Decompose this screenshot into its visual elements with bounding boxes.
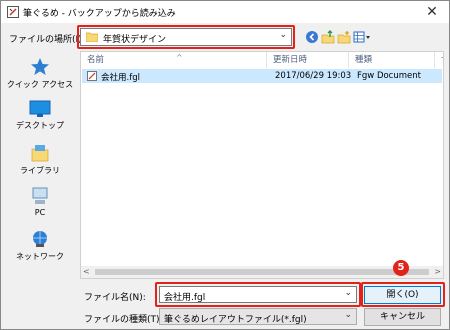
up-folder-icon[interactable]	[321, 30, 335, 44]
nav-label: デスクトップ	[16, 121, 64, 130]
column-header-modified[interactable]: 更新日時	[267, 52, 349, 68]
app-icon	[7, 6, 19, 18]
view-menu-icon[interactable]	[353, 30, 371, 44]
open-highlight-frame	[361, 282, 445, 307]
scroll-thumb[interactable]	[95, 269, 429, 275]
column-header-label: 名前	[87, 55, 105, 65]
nav-label: PC	[34, 208, 46, 217]
nav-item-network[interactable]: ネットワーク	[5, 229, 75, 269]
star-icon	[31, 58, 49, 75]
column-header-label: 種類	[355, 55, 373, 65]
nav-item-pc[interactable]: PC	[5, 186, 75, 226]
filename-label: ファイル名(N):	[84, 293, 146, 303]
network-icon	[33, 231, 47, 247]
desktop-icon	[29, 100, 51, 117]
filename-highlight-frame	[155, 282, 361, 307]
location-label: ファイルの場所(I):	[9, 35, 85, 45]
column-header-type[interactable]: 種類	[349, 52, 435, 68]
nav-item-quick-access[interactable]: クイック アクセス	[5, 57, 75, 97]
title-bar: 筆ぐるめ - バックアップから読み込み ✕	[1, 1, 449, 23]
window-title: 筆ぐるめ - バックアップから読み込み	[23, 9, 176, 19]
column-header-name[interactable]: 名前 ^	[81, 52, 267, 68]
file-name-cell: 会社用.fgl	[101, 73, 140, 83]
fgl-file-icon	[87, 71, 97, 81]
open-file-dialog: 筆ぐるめ - バックアップから読み込み ✕ ファイルの場所(I): 年賀状デザイ…	[0, 0, 450, 330]
chevron-down-icon[interactable]: ⌄	[344, 310, 352, 320]
filetype-dropdown[interactable]: 筆ぐるめレイアウトファイル(*.fgl) ⌄	[159, 308, 357, 325]
cancel-button[interactable]: キャンセル	[364, 308, 441, 326]
close-button[interactable]: ✕	[423, 3, 441, 21]
computer-icon	[32, 187, 48, 204]
column-header-label: 更新日時	[273, 55, 308, 65]
nav-item-library[interactable]: ライブラリ	[5, 143, 75, 183]
nav-label: ライブラリ	[20, 166, 60, 175]
nav-label: クイック アクセス	[6, 80, 74, 89]
nav-label: ネットワーク	[16, 252, 64, 261]
new-folder-icon[interactable]	[337, 30, 351, 44]
step-badge: 5	[393, 260, 409, 276]
horizontal-scrollbar[interactable]: < >	[81, 266, 443, 278]
column-header-size[interactable]: サ	[435, 52, 443, 68]
file-type-cell: Fgw Document	[357, 71, 421, 81]
column-header-label: サ	[441, 55, 443, 65]
filetype-label: ファイルの種類(T):	[84, 315, 163, 325]
navigation-pane: クイック アクセス デスクトップ ライブラリ PC ネットワーク	[5, 51, 75, 287]
scroll-left-icon[interactable]: <	[83, 267, 90, 276]
table-row[interactable]: 会社用.fgl 2017/06/29 19:03 Fgw Document	[82, 69, 442, 83]
back-icon[interactable]	[305, 30, 319, 44]
nav-item-desktop[interactable]: デスクトップ	[5, 100, 75, 140]
filetype-value: 筆ぐるめレイアウトファイル(*.fgl)	[164, 315, 307, 325]
file-list[interactable]: 名前 ^ 更新日時 種類 サ 会社用.fgl 2017/06/29 19:03 …	[80, 51, 444, 279]
location-highlight-frame	[77, 25, 295, 49]
file-modified-cell: 2017/06/29 19:03	[275, 71, 352, 81]
scroll-right-icon[interactable]: >	[434, 267, 441, 276]
library-icon	[31, 145, 49, 162]
sort-up-icon: ^	[176, 53, 183, 62]
